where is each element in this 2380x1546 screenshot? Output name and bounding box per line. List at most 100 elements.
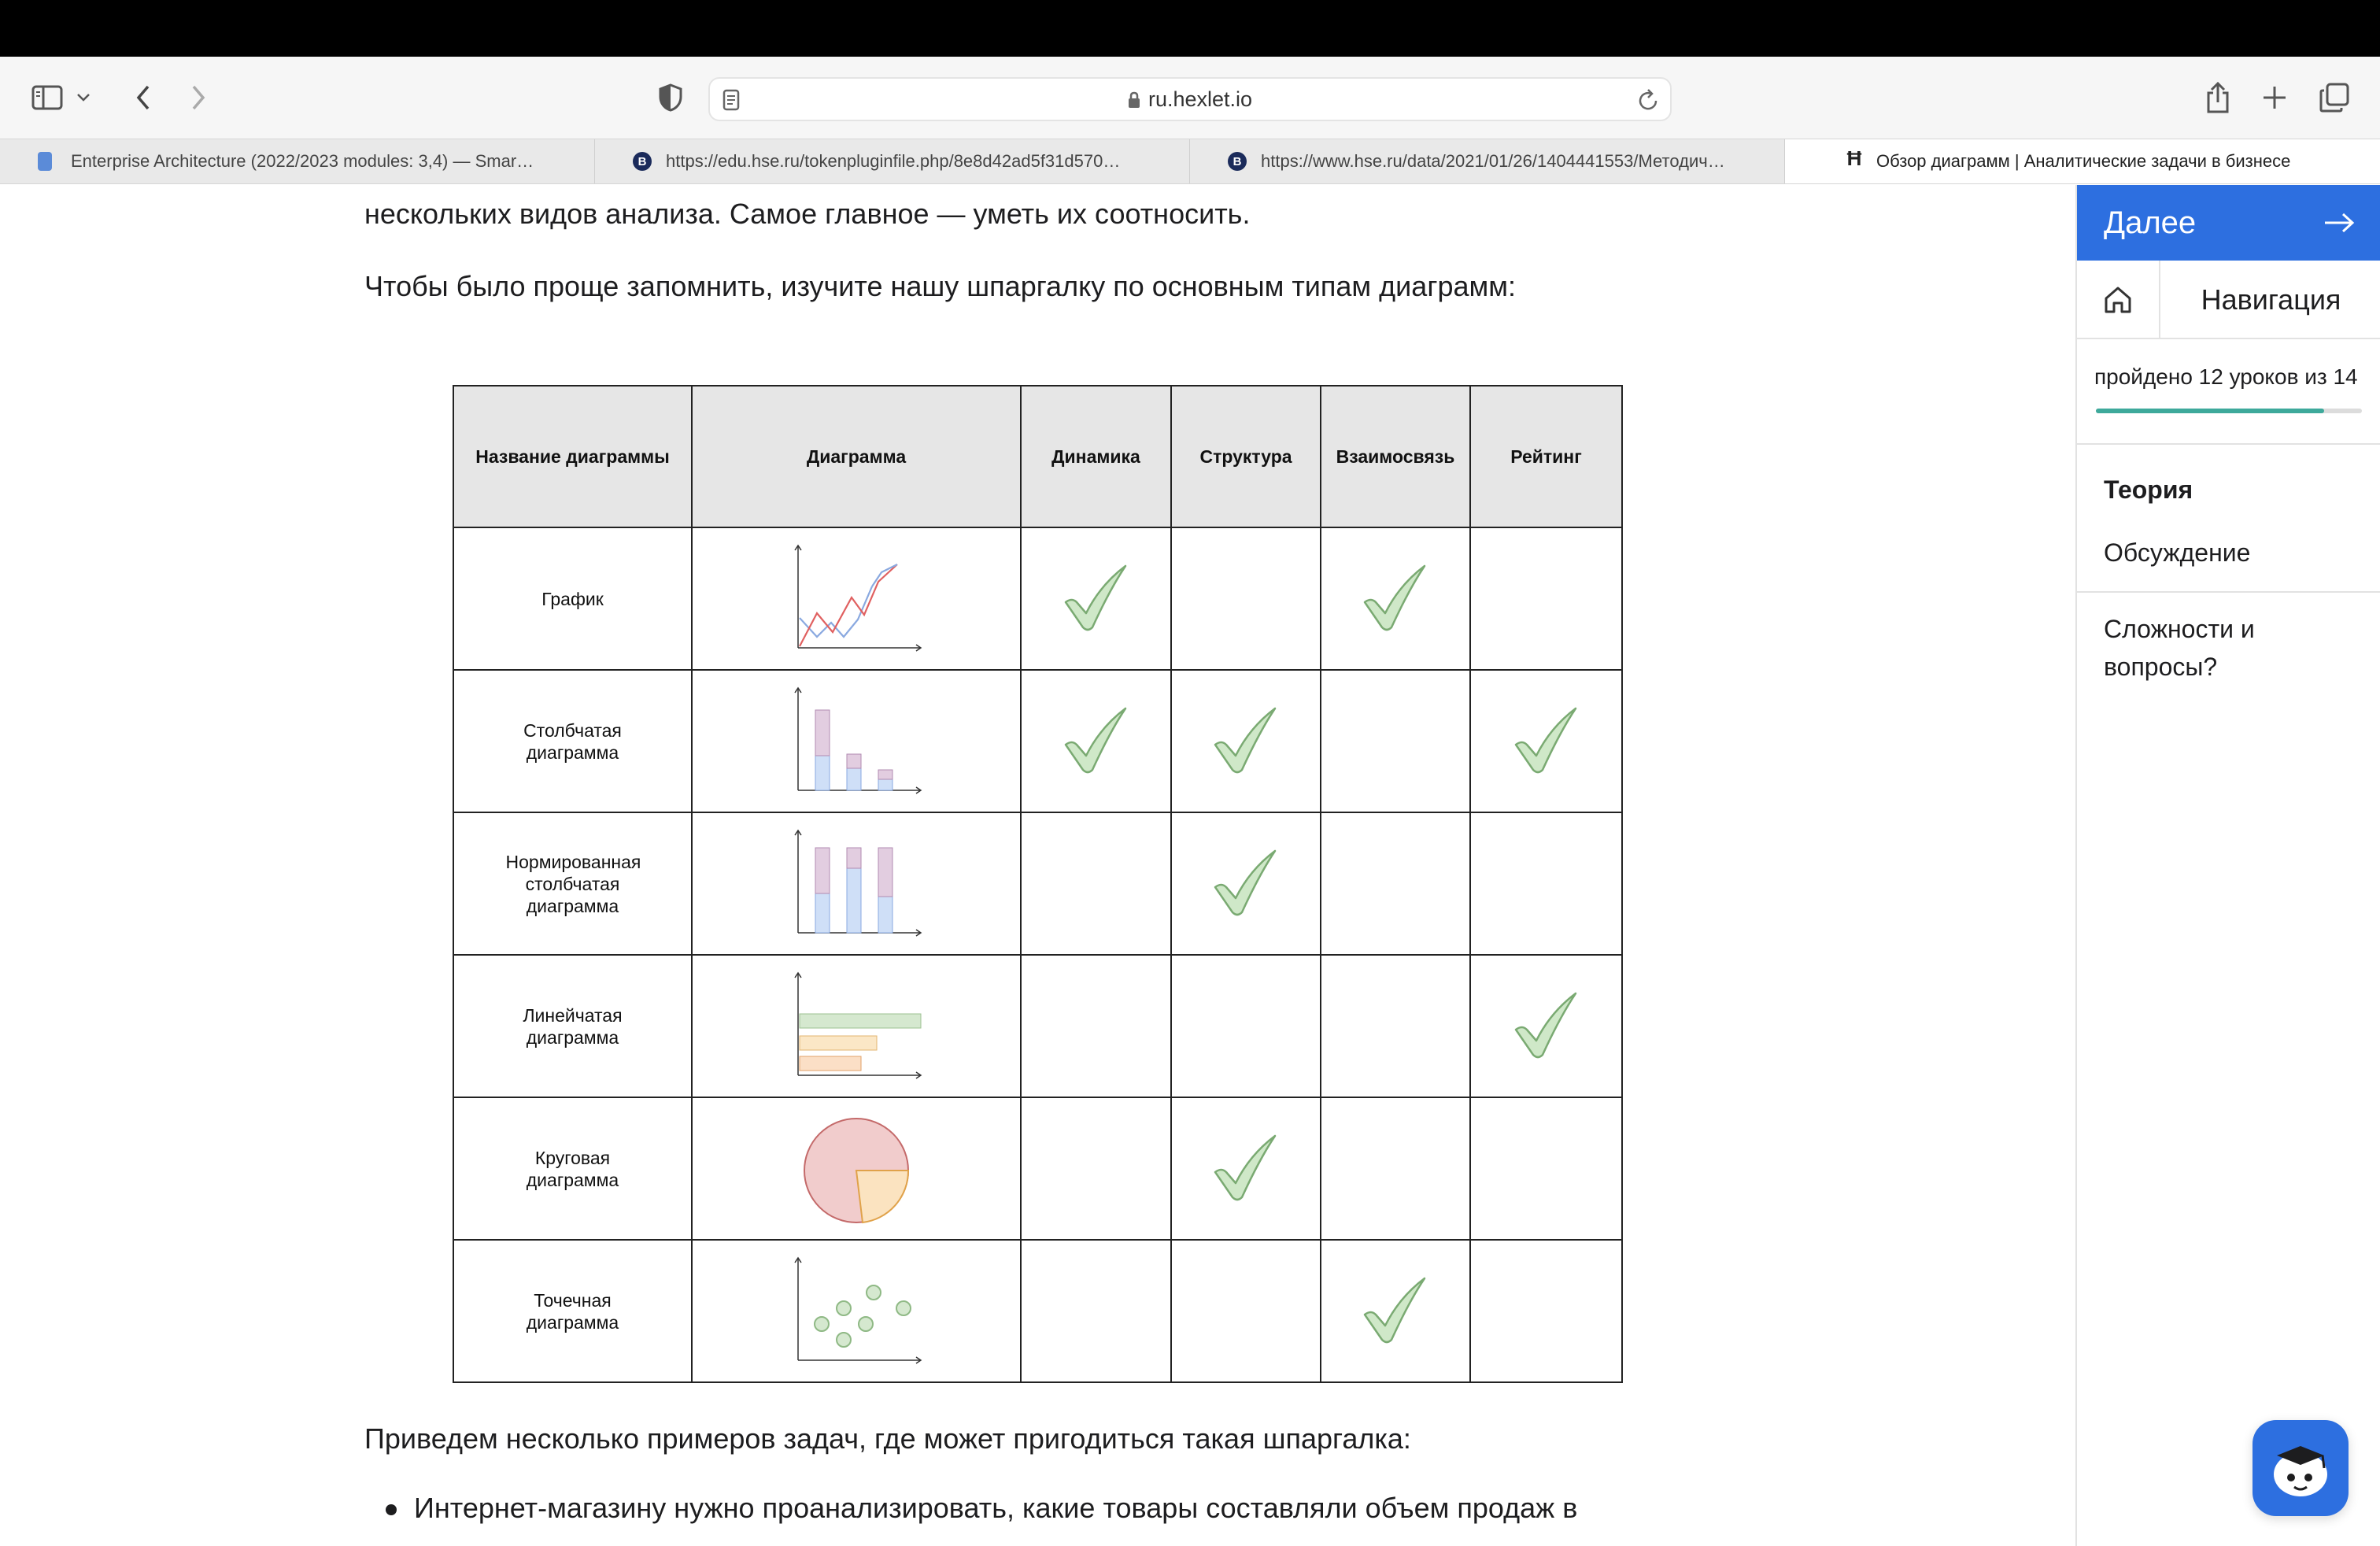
hse-icon: B — [633, 152, 652, 171]
next-button-label: Далее — [2104, 205, 2197, 240]
checkmark-icon — [1210, 1131, 1281, 1202]
check-cell — [1469, 669, 1623, 813]
reload-icon[interactable] — [1637, 88, 1659, 116]
check-cell — [1469, 1239, 1623, 1383]
header-chart-name: Название диаграммы — [453, 385, 693, 528]
divider — [2077, 591, 2380, 593]
sidebar-link-theory[interactable]: Теория — [2104, 471, 2193, 509]
checkmark-icon — [1360, 561, 1431, 632]
tab-title: https://edu.hse.ru/tokenpluginfile.php/8… — [666, 151, 1121, 171]
chevron-down-icon[interactable] — [68, 74, 99, 121]
header-rating: Рейтинг — [1469, 385, 1623, 528]
chart-name-cell: Круговая диаграмма — [453, 1097, 693, 1241]
divider — [2077, 443, 2380, 445]
url-text: ru.hexlet.io — [1148, 87, 1253, 111]
check-cell — [1320, 1239, 1471, 1383]
chart-cheatsheet-table: Название диаграммы Диаграмма Динамика Ст… — [453, 385, 1623, 1383]
examples-intro: Приведем несколько примеров задач, где м… — [364, 1422, 1411, 1455]
chart-name: Линейчатая диаграмма — [523, 1004, 623, 1048]
next-button[interactable]: Далее — [2077, 185, 2380, 261]
sidebar-link-discussion[interactable]: Обсуждение — [2104, 534, 2250, 571]
tab-diagram-overview[interactable]: Ħ Обзор диаграмм | Аналитические задачи … — [1785, 139, 2380, 183]
check-cell — [1320, 954, 1471, 1098]
chart-preview-cell — [691, 812, 1022, 956]
new-tab-icon[interactable] — [2251, 74, 2298, 121]
check-cell — [1020, 954, 1172, 1098]
check-cell — [1469, 954, 1623, 1098]
chart-name-cell: Линейчатая диаграмма — [453, 954, 693, 1098]
sidebar-toggle-icon[interactable] — [24, 74, 71, 121]
tab-title: Enterprise Architecture (2022/2023 modul… — [71, 151, 534, 171]
pie-chart-icon — [693, 1106, 1020, 1232]
chart-name-cell: Столбчатая диаграмма — [453, 669, 693, 813]
lesson-sidebar: Далее Навигация пройдено 12 уроков из 14… — [2075, 185, 2380, 1546]
intro-paragraph-2: Чтобы было проще запомнить, изучите нашу… — [364, 270, 1516, 302]
checkmark-icon — [1360, 1274, 1431, 1344]
chart-preview-cell — [691, 1239, 1022, 1383]
forward-icon[interactable] — [175, 74, 222, 121]
navigation-row: Навигация — [2077, 261, 2380, 339]
header-dynamics: Динамика — [1020, 385, 1172, 528]
chart-name: Столбчатая диаграмма — [523, 719, 622, 763]
check-cell — [1170, 1239, 1321, 1383]
check-cell — [1020, 527, 1172, 671]
privacy-shield-icon[interactable] — [647, 74, 694, 121]
check-cell — [1170, 1097, 1321, 1241]
examples-list: Интернет-магазину нужно проанализировать… — [386, 1492, 1577, 1525]
checkmark-icon — [1210, 846, 1281, 917]
check-cell — [1170, 954, 1321, 1098]
tab-edu-hse[interactable]: B https://edu.hse.ru/tokenpluginfile.php… — [595, 139, 1190, 183]
check-cell — [1320, 669, 1471, 813]
arrow-right-icon — [2323, 205, 2355, 241]
share-icon[interactable] — [2194, 74, 2241, 121]
check-cell — [1170, 669, 1321, 813]
bar-chart-icon — [693, 679, 1020, 804]
check-cell — [1320, 527, 1471, 671]
progress-bar-fill — [2096, 409, 2324, 413]
chart-name-cell: Точечная диаграмма — [453, 1239, 693, 1383]
check-cell — [1170, 527, 1321, 671]
tab-bar: Enterprise Architecture (2022/2023 modul… — [0, 139, 2380, 184]
table-row: Столбчатая диаграмма — [453, 669, 1623, 813]
chart-preview-cell — [691, 527, 1022, 671]
table-row: Точечная диаграмма — [453, 1239, 1623, 1383]
table-row: График — [453, 527, 1623, 671]
assistant-bot-button[interactable] — [2252, 1420, 2349, 1516]
scatter-chart-icon — [693, 1248, 1020, 1374]
intro-paragraph-1: нескольких видов анализа. Самое главное … — [364, 198, 1251, 230]
hse-icon: B — [1228, 152, 1247, 171]
progress-bar — [2096, 409, 2362, 413]
lesson-content: нескольких видов анализа. Самое главное … — [0, 185, 2075, 1546]
table-header-row: Название диаграммы Диаграмма Динамика Ст… — [453, 385, 1623, 528]
checkmark-icon — [1511, 704, 1582, 775]
back-icon[interactable] — [120, 74, 167, 121]
address-bar[interactable]: ru.hexlet.io — [708, 77, 1672, 121]
header-chart: Диаграмма — [691, 385, 1022, 528]
table-row: Нормированная столбчатая диаграмма — [453, 812, 1623, 956]
check-cell — [1469, 527, 1623, 671]
tab-overview-icon[interactable] — [2311, 74, 2358, 121]
tab-hse-data[interactable]: B https://www.hse.ru/data/2021/01/26/140… — [1190, 139, 1785, 183]
sidebar-link-questions[interactable]: Сложности и вопросы? — [2104, 610, 2308, 686]
chart-name-cell: График — [453, 527, 693, 671]
line-chart-icon — [693, 536, 1020, 662]
progress-text: пройдено 12 уроков из 14 — [2094, 364, 2358, 389]
navigation-button[interactable]: Навигация — [2160, 261, 2380, 339]
window-top-bar — [0, 0, 2380, 57]
table-row: Линейчатая диаграмма — [453, 954, 1623, 1098]
list-item: Интернет-магазину нужно проанализировать… — [386, 1492, 1577, 1525]
tab-enterprise-architecture[interactable]: Enterprise Architecture (2022/2023 modul… — [0, 139, 595, 183]
check-cell — [1320, 1097, 1471, 1241]
checkmark-icon — [1210, 704, 1281, 775]
bot-icon — [2274, 1446, 2327, 1496]
lock-icon — [1128, 90, 1140, 114]
chart-preview-cell — [691, 669, 1022, 813]
check-cell — [1170, 812, 1321, 956]
chart-name-cell: Нормированная столбчатая диаграмма — [453, 812, 693, 956]
smartlms-icon — [38, 152, 52, 171]
check-cell — [1020, 669, 1172, 813]
stacked-bar-chart-icon — [693, 821, 1020, 947]
home-button[interactable] — [2077, 261, 2160, 339]
check-cell — [1469, 812, 1623, 956]
tab-title: https://www.hse.ru/data/2021/01/26/14044… — [1261, 151, 1725, 171]
